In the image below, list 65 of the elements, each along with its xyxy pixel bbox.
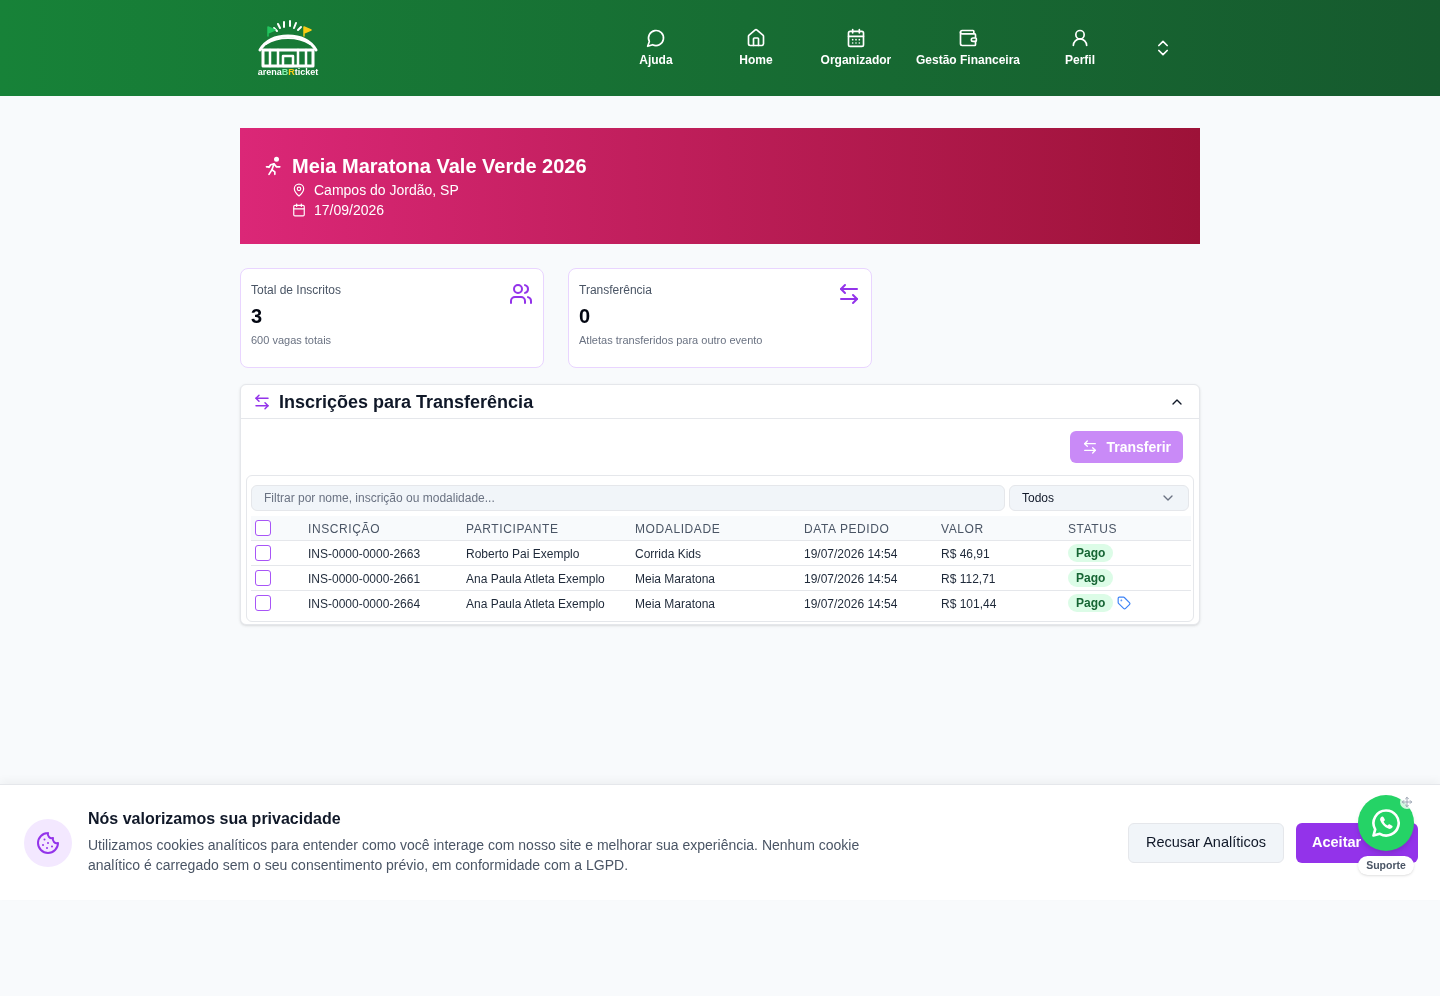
table-cell: R$ 46,91 <box>941 547 990 561</box>
support-label: Suporte <box>1358 856 1414 875</box>
stat-label: Transferência <box>579 282 653 298</box>
table-cell: INS-0000-0000-2663 <box>308 547 421 561</box>
checkbox[interactable] <box>255 570 271 586</box>
table-cell: Ana Paula Atleta Exemplo <box>466 572 605 586</box>
section-title: Inscrições para Transferência <box>279 390 534 414</box>
nav-item[interactable]: Perfil <box>1040 28 1120 68</box>
wallet-icon <box>957 28 978 48</box>
status-badge: Pago <box>1068 594 1114 613</box>
filter-field[interactable]: Filtrar por nome, inscrição ou modalidade... <box>251 485 1005 511</box>
column-header: MODALIDADE <box>635 522 721 536</box>
table-cell: R$ 112,71 <box>941 572 996 586</box>
cookie-text: Utilizamos cookies analíticos para entender como você interage com nosso site e melhorar sua experiência. Nenhum cookie analítico é carregado sem o seu consentimento prévio, em conformidade com a LGPD. <box>88 835 861 875</box>
running-person-icon <box>264 156 284 176</box>
column-header: STATUS <box>1068 522 1118 536</box>
users-icon <box>509 282 533 306</box>
calendar-icon <box>845 28 866 48</box>
table-cell: Meia Maratona <box>635 597 716 612</box>
chat-bubble-icon <box>645 28 666 48</box>
map-pin-icon <box>292 183 306 197</box>
stadium-logo-icon <box>256 19 320 68</box>
nav-item[interactable]: Gestão Financeira <box>915 28 1020 68</box>
stat-value: 0 <box>579 304 592 328</box>
table-cell: INS-0000-0000-2661 <box>308 572 421 586</box>
phone-chat-bubble-icon <box>1371 808 1401 838</box>
stat-label: Total de Inscritos <box>251 282 342 298</box>
column-header: DATA PEDIDO <box>804 522 890 536</box>
table-cell: Corrida Kids <box>635 547 702 561</box>
cookie-title: Nós valorizamos sua privacidade <box>88 808 342 829</box>
column-header: VALOR <box>941 522 984 536</box>
user-icon <box>1070 28 1090 48</box>
arrows-left-right-icon <box>253 392 271 411</box>
column-header: PARTICIPANTE <box>466 522 559 536</box>
table-cell: Roberto Pai Exemplo <box>466 547 580 561</box>
checkbox[interactable] <box>255 545 271 561</box>
column-header: INSCRIÇÃO <box>308 522 381 536</box>
status-select[interactable]: Todos <box>1009 485 1189 511</box>
table-cell: R$ 101,44 <box>941 597 997 612</box>
cookie-icon <box>24 818 72 867</box>
arrows-left-right-icon <box>1082 439 1099 455</box>
status-badge: Pago <box>1068 544 1114 562</box>
checkbox[interactable] <box>255 520 271 536</box>
nav-item[interactable]: Organizador <box>815 28 896 68</box>
nav-item[interactable]: Home <box>715 28 796 68</box>
home-icon <box>745 28 766 48</box>
arrows-left-right-icon <box>837 282 861 306</box>
table-cell: Ana Paula Atleta Exemplo <box>466 597 605 612</box>
table-cell: 19/07/2026 14:54 <box>804 572 898 586</box>
nav-item[interactable]: Ajuda <box>615 28 696 68</box>
table-cell: 19/07/2026 14:54 <box>804 547 898 561</box>
table-cell: INS-0000-0000-2664 <box>308 597 421 612</box>
calendar-icon <box>292 203 306 217</box>
status-badge: Pago <box>1068 569 1114 587</box>
event-title: Meia Maratona Vale Verde 2026 <box>292 154 587 179</box>
table-cell: Meia Maratona <box>635 572 716 586</box>
logo-wordmark: arenaBRticket <box>257 66 319 77</box>
stat-caption: Atletas transferidos para outro evento <box>579 333 763 348</box>
table-cell: 19/07/2026 14:54 <box>804 597 898 612</box>
stat-value: 3 <box>251 304 264 328</box>
reject-button[interactable]: Recusar Analíticos <box>1128 822 1284 863</box>
event-location: Campos do Jordão, SP <box>314 181 459 200</box>
event-date: 17/09/2026 <box>314 201 385 220</box>
checkbox[interactable] <box>255 595 271 612</box>
stat-caption: 600 vagas totais <box>251 333 333 348</box>
